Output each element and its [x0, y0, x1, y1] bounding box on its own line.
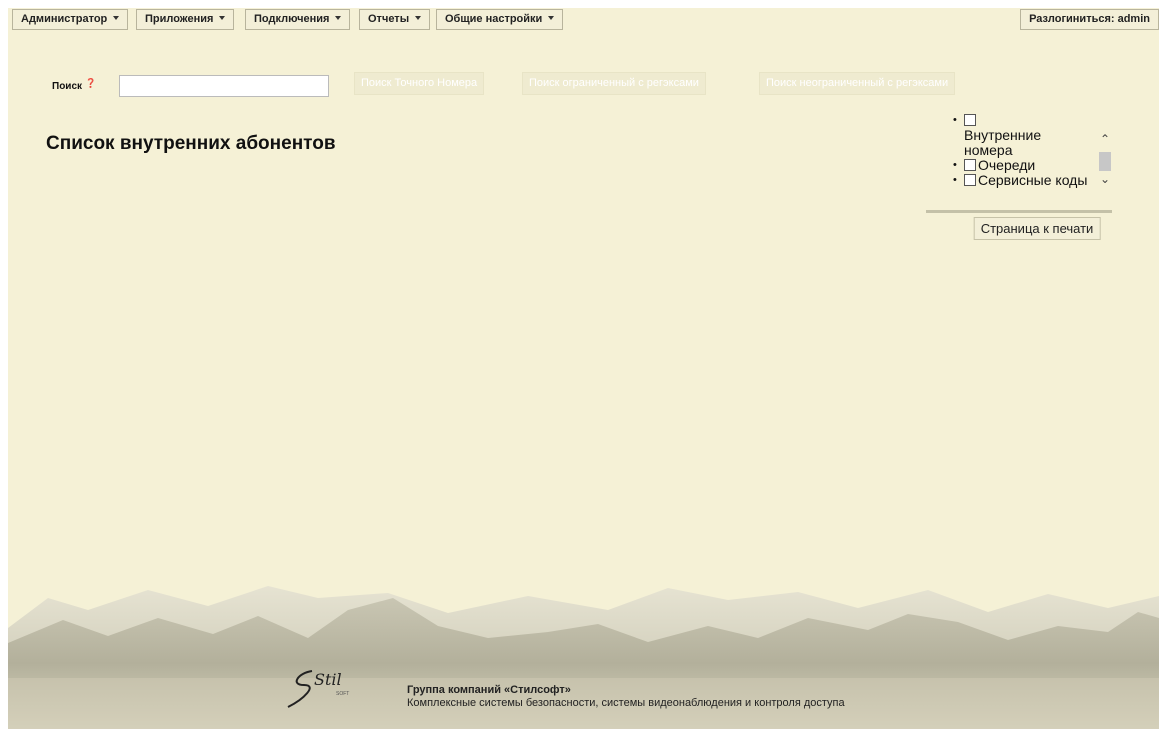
panel-divider [926, 210, 1112, 213]
page-frame: Администратор Приложения Подключения Отч… [8, 8, 1159, 729]
menu-reports-label: Отчеты [368, 13, 410, 25]
limited-regex-search-button[interactable]: Поиск ограниченный с регэксами [522, 72, 706, 95]
stilsoft-logo: Stil SOFT [287, 670, 349, 708]
menu-administrator[interactable]: Администратор [12, 9, 129, 30]
print-page-button[interactable]: Страница к печати [973, 217, 1101, 240]
logout-label: Разлогиниться: admin [1029, 13, 1150, 25]
search-input[interactable] [119, 75, 329, 97]
caret-down-icon [415, 16, 422, 20]
filter-scrollbar[interactable]: ⌃ ⌄ [1097, 115, 1113, 207]
scroll-up-icon[interactable]: ⌃ [1099, 133, 1111, 145]
filter-item-service-codes-label: Сервисные коды [978, 172, 1088, 188]
filter-item-extensions: Внутренние номера [926, 113, 1096, 158]
logo-text: Stil [314, 670, 342, 689]
menu-connections[interactable]: Подключения [245, 9, 351, 30]
menu-applications-label: Приложения [145, 13, 214, 25]
filter-panel: Внутренние номера Очереди Сервисные коды… [926, 113, 1112, 213]
scroll-thumb[interactable] [1099, 152, 1111, 171]
caret-down-icon [113, 16, 120, 20]
queues-checkbox[interactable] [964, 159, 976, 171]
filter-item-service-codes: Сервисные коды [926, 172, 1096, 189]
top-menu-bar: Администратор Приложения Подключения Отч… [8, 8, 1159, 31]
help-icon[interactable]: ❓ [85, 78, 96, 88]
caret-down-icon [219, 16, 226, 20]
exact-number-search-button[interactable]: Поиск Точного Номера [354, 72, 485, 95]
filter-item-extensions-label: Внутренние номера [964, 127, 1042, 158]
unlimited-regex-search-button[interactable]: Поиск неограниченный с регэксами [759, 72, 956, 95]
scroll-down-icon[interactable]: ⌄ [1099, 173, 1111, 185]
menu-reports[interactable]: Отчеты [359, 9, 431, 30]
company-description: Комплексные системы безопасности, систем… [407, 697, 845, 709]
company-name: Группа компаний «Стилсофт» [407, 684, 571, 696]
menu-administrator-label: Администратор [21, 13, 108, 25]
filter-item-queues-label: Очереди [978, 157, 1036, 173]
search-label: Поиск ❓ [52, 78, 96, 92]
extensions-checkbox[interactable] [964, 114, 976, 126]
caret-down-icon [548, 16, 555, 20]
filter-list: Внутренние номера Очереди Сервисные коды [926, 113, 1096, 208]
menu-connections-label: Подключения [254, 13, 330, 25]
menu-applications[interactable]: Приложения [136, 9, 235, 30]
menu-general-settings[interactable]: Общие настройки [436, 9, 564, 30]
search-label-text: Поиск [52, 81, 83, 92]
logo-subtext: SOFT [336, 691, 349, 697]
page-title: Список внутренних абонентов [46, 133, 336, 154]
logout-button[interactable]: Разлогиниться: admin [1020, 9, 1159, 30]
caret-down-icon [335, 16, 342, 20]
menu-general-settings-label: Общие настройки [445, 13, 543, 25]
filter-item-queues: Очереди [926, 157, 1096, 174]
service-codes-checkbox[interactable] [964, 174, 976, 186]
